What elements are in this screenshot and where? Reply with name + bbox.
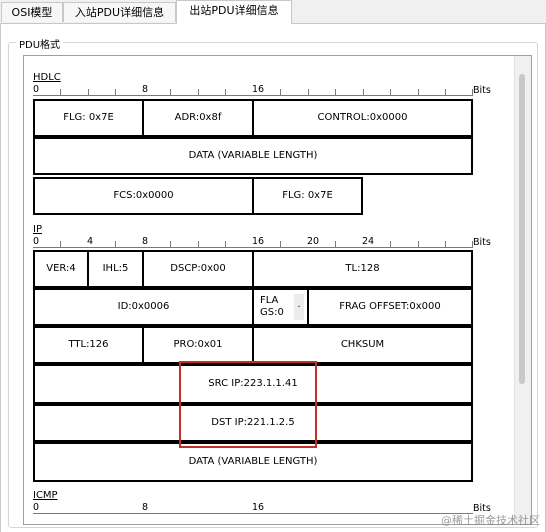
ruler-tick xyxy=(418,241,419,247)
ruler-label-8: 8 xyxy=(142,84,149,95)
tab-outbound-pdu-details[interactable]: 出站PDU详细信息 xyxy=(176,0,292,24)
icmp-label: ICMP xyxy=(33,490,58,501)
ruler-tick xyxy=(60,241,61,247)
ip-flags-text-line2: GS:0 xyxy=(260,307,284,318)
ruler-tick xyxy=(60,89,61,95)
ruler-tick xyxy=(225,241,226,247)
ip-total-length-field[interactable]: TL:128 xyxy=(252,250,473,288)
hdlc-bits-label: Bits xyxy=(473,85,491,96)
ruler-label-8: 8 xyxy=(142,502,149,513)
tab-osi-model[interactable]: OSI模型 xyxy=(1,2,63,22)
ruler-label-0: 0 xyxy=(33,84,40,95)
ruler-tick xyxy=(198,89,199,95)
ruler-line xyxy=(33,95,473,96)
hdlc-address-field[interactable]: ADR:0x8f xyxy=(142,99,254,137)
ruler-tick xyxy=(335,241,336,247)
ip-protocol-field[interactable]: PRO:0x01 xyxy=(142,326,254,364)
ruler-tick xyxy=(390,89,391,95)
ip-ttl-field[interactable]: TTL:126 xyxy=(33,326,144,364)
address-highlight-box xyxy=(179,361,317,448)
ruler-label-0: 0 xyxy=(33,502,40,513)
ruler-line xyxy=(33,247,473,248)
ruler-tick xyxy=(198,241,199,247)
ruler-tick xyxy=(115,89,116,95)
hdlc-control-field[interactable]: CONTROL:0x0000 xyxy=(252,99,473,137)
ip-bits-label: Bits xyxy=(473,237,491,248)
ip-ihl-field[interactable]: IHL:5 xyxy=(87,250,144,288)
ip-checksum-field[interactable]: CHKSUM xyxy=(252,326,473,364)
vertical-scrollbar[interactable] xyxy=(514,56,531,524)
ruler-tick xyxy=(390,241,391,247)
ruler-tick xyxy=(445,89,446,95)
ruler-label-20: 20 xyxy=(307,236,320,247)
ruler-tick xyxy=(363,89,364,95)
ip-version-field[interactable]: VER:4 xyxy=(33,250,89,288)
ruler-tick xyxy=(280,241,281,247)
ruler-line xyxy=(33,513,473,514)
watermark: @稀土掘金技术社区 xyxy=(441,514,540,527)
ruler-label-16: 16 xyxy=(252,236,265,247)
ruler-tick xyxy=(88,89,89,95)
icmp-ruler: 0 8 16 xyxy=(33,502,473,514)
ruler-tick xyxy=(225,89,226,95)
ruler-tick xyxy=(170,89,171,95)
hdlc-flag-end-field[interactable]: FLG: 0x7E xyxy=(252,177,363,215)
ip-data-field[interactable]: DATA (VARIABLE LENGTH) xyxy=(33,442,473,482)
ruler-tick xyxy=(445,241,446,247)
ip-flags-text-line1: FLA xyxy=(260,295,279,306)
hdlc-label: HDLC xyxy=(33,72,61,83)
ip-flags-overflow-indicator: . xyxy=(294,294,304,320)
hdlc-fcs-field[interactable]: FCS:0x0000 xyxy=(33,177,254,215)
tab-strip: OSI模型 入站PDU详细信息 出站PDU详细信息 xyxy=(0,0,546,24)
ruler-tick xyxy=(418,89,419,95)
tab-inbound-pdu-details[interactable]: 入站PDU详细信息 xyxy=(63,2,176,22)
ruler-tick xyxy=(335,89,336,95)
hdlc-data-field[interactable]: DATA (VARIABLE LENGTH) xyxy=(33,137,473,175)
ip-identification-field[interactable]: ID:0x0006 xyxy=(33,288,254,326)
ip-fragment-offset-field[interactable]: FRAG OFFSET:0x000 xyxy=(307,288,473,326)
ip-ruler: 0 4 8 16 20 24 xyxy=(33,236,473,248)
group-title: PDU格式 xyxy=(16,36,64,51)
ruler-tick xyxy=(280,89,281,95)
scrollbar-thumb[interactable] xyxy=(519,74,525,384)
pdu-diagram-view[interactable]: HDLC 0 8 16 Bits FLG: 0x7E ADR:0x8f CONT… xyxy=(23,55,532,525)
ruler-label-4: 4 xyxy=(87,236,94,247)
ruler-label-8: 8 xyxy=(142,236,149,247)
ruler-tick xyxy=(115,241,116,247)
ruler-label-16: 16 xyxy=(252,502,265,513)
ip-dscp-field[interactable]: DSCP:0x00 xyxy=(142,250,254,288)
ruler-label-16: 16 xyxy=(252,84,265,95)
hdlc-flag-field[interactable]: FLG: 0x7E xyxy=(33,99,144,137)
ruler-tick xyxy=(308,89,309,95)
hdlc-ruler: 0 8 16 xyxy=(33,84,473,96)
ruler-label-24: 24 xyxy=(362,236,375,247)
ip-label: IP xyxy=(33,224,42,235)
ip-flags-field[interactable]: FLA GS:0 . xyxy=(252,288,309,326)
ruler-tick xyxy=(170,241,171,247)
ruler-label-0: 0 xyxy=(33,236,40,247)
